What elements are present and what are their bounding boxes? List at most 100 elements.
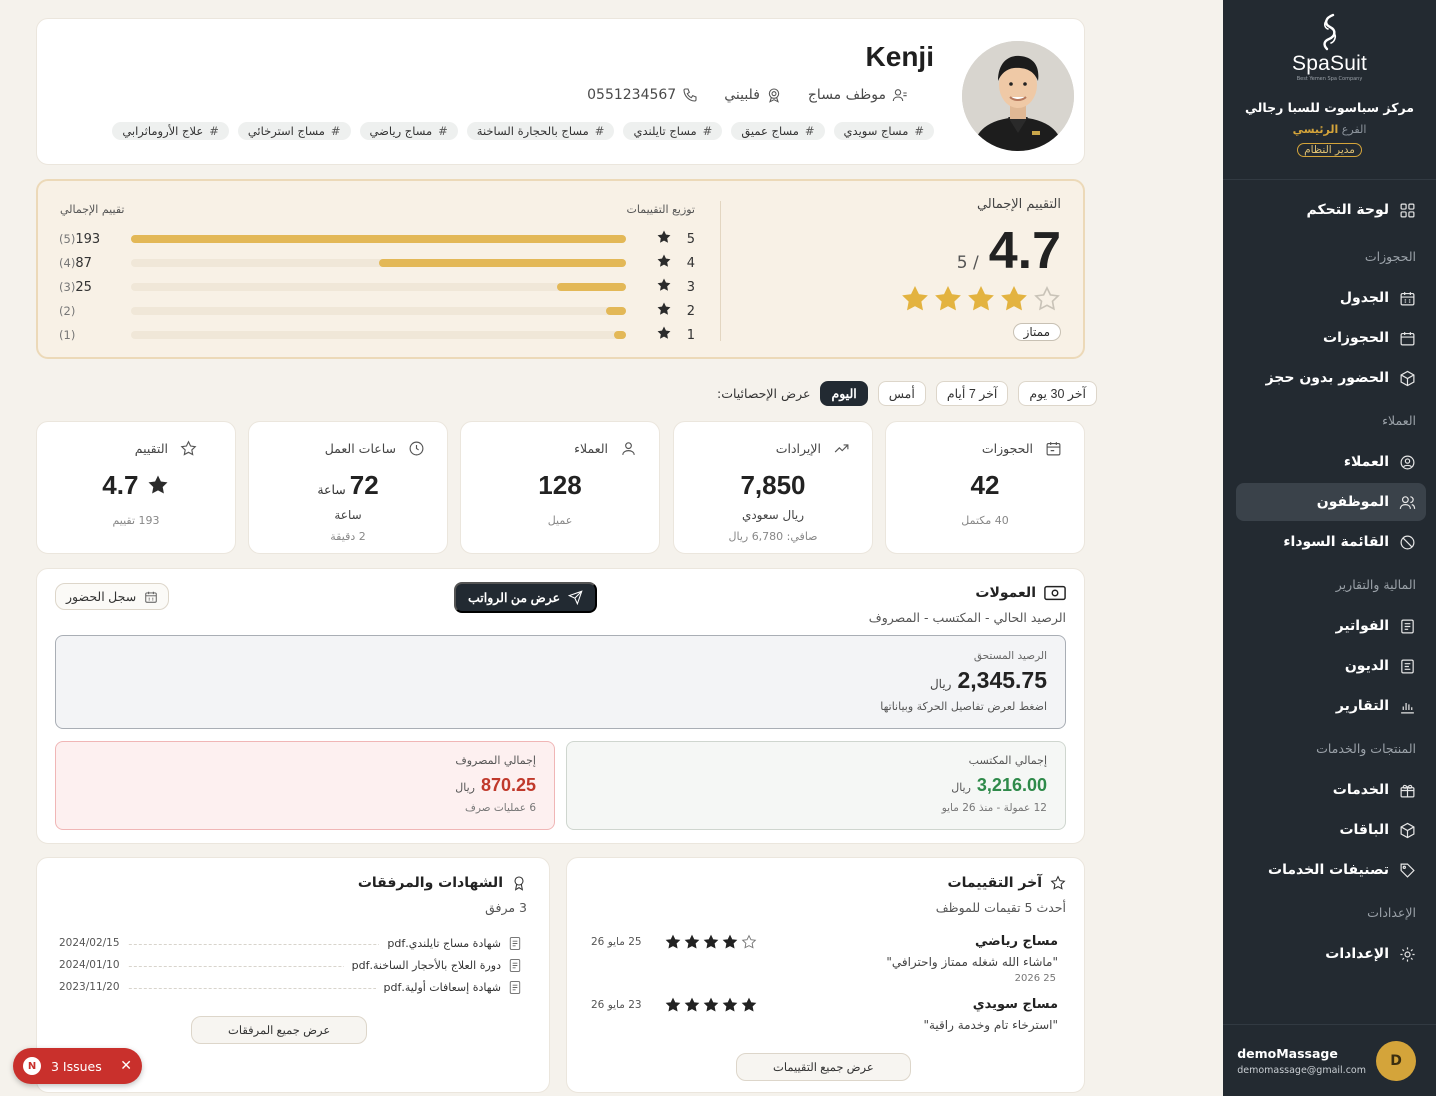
sidebar-item-label: الإعدادات [1325,946,1389,962]
employee-photo [962,41,1074,151]
distribution-star-number: 5 [686,231,695,247]
distribution-count: 25(3) [59,279,92,295]
certificates-title-text: الشهادات والمرفقات [357,875,503,891]
sidebar-item-categories[interactable]: تصنيفات الخدمات [1236,851,1426,889]
attachment-row[interactable]: شهادة مساج تايلندي.pdf 2024/02/15 [59,937,521,951]
balance-due-panel[interactable]: الرصيد المستحق 2,345.75 ريال اضغط لعرض تف… [55,635,1066,729]
certificates-title: الشهادات والمرفقات [358,875,527,891]
skill-tag: #مساج عميق [731,122,825,140]
send-icon [568,590,583,605]
distribution-star-number: 4 [686,255,695,271]
attachment-row[interactable]: شهادة إسعافات أولية.pdf 2023/11/20 [59,981,521,995]
stat-value-group: 72ساعة [249,470,447,501]
sidebar-section-settings: الإعدادات [1367,904,1416,920]
distribution-star-number: 3 [686,279,695,295]
stat-card-revenue: الإيرادات 7,850 ريال سعودي صافي: 6,780 ر… [673,421,873,554]
sidebar-item-services[interactable]: الخدمات [1236,771,1426,809]
user-card-icon [892,89,907,102]
branch-info: الفرع الرئيسي [1293,123,1367,136]
commissions-title-text: العمولات [975,585,1036,601]
review-service: مساج رياضي [974,934,1058,949]
stat-sub-secondary: صافي: 6,780 ريال [728,530,818,543]
sidebar-item-invoices[interactable]: الفواتير [1236,607,1426,645]
period-filter: عرض الإحصائيات: اليوم أمس آخر 7 أيام آخر… [717,381,1097,406]
star-filled-icon [684,934,700,949]
star-outline-icon [180,440,197,456]
star-filled-icon [148,475,168,494]
user-profile[interactable]: D demoMassage demomassage@gmail.com [1223,1024,1436,1096]
payroll-button[interactable]: عرض من الرواتب [454,582,598,613]
stat-sub: 40 مكتمل [961,514,1009,527]
stat-sub-secondary: 2 دقيقة [330,530,366,543]
star-filled-icon [684,997,700,1012]
review-date: 23 مايو 26 [591,999,642,1011]
sidebar-item-bookings[interactable]: الحجوزات [1236,319,1426,357]
view-all-attachments-button[interactable]: عرض جميع المرفقات [191,1016,368,1044]
balance-hint: اضغط لعرض تفاصيل الحركة وبياناتها [880,700,1047,713]
distribution-row: 4 87(4) [55,254,695,272]
employee-nationality-text: فلبيني [724,87,760,103]
star-filled-icon [657,254,671,267]
distribution-bar-fill [131,235,626,243]
distribution-row: 2 (2) [55,302,695,320]
sidebar-item-schedule[interactable]: الجدول [1236,279,1426,317]
stat-value: 72 [349,470,379,500]
sidebar-item-label: الديون [1344,658,1389,674]
distribution-bar-track [131,331,626,339]
commissions-card: العمولات الرصيد الحالي - المكتسب - المصر… [36,568,1085,844]
sidebar-item-customers[interactable]: العملاء [1236,443,1426,481]
sidebar-item-blacklist[interactable]: القائمة السوداء [1236,523,1426,561]
sidebar-item-staff[interactable]: الموظفون [1236,483,1426,521]
issues-toast[interactable]: N 3 Issues ✕ [13,1048,142,1084]
sidebar-item-reports[interactable]: التقارير [1236,687,1426,725]
sidebar-item-walkin[interactable]: الحضور بدون حجز [1236,359,1426,397]
sidebar-item-label: العملاء [1343,454,1389,470]
spent-amount: 870.25 ريال [455,775,536,796]
attachment-row[interactable]: دورة العلاج بالأحجار الساخنة.pdf 2024/01… [59,959,521,973]
sidebar-item-label: التقارير [1335,698,1389,714]
stat-sub: ريال سعودي [741,508,805,522]
employee-role-text: موظف مساج [807,87,886,103]
total-spent-panel: إجمالي المصروف 870.25 ريال 6 عمليات صرف [55,741,555,830]
period-yesterday-button[interactable]: أمس [877,381,926,406]
period-30days-button[interactable]: آخر 30 يوم [1018,381,1097,406]
distribution-count: (1) [59,327,76,342]
distribution-star-number: 1 [686,327,695,343]
skill-tag: #مساج رياضي [359,122,458,140]
user-name: demoMassage [1237,1045,1338,1061]
employee-phone[interactable]: 0551234567 [587,87,698,103]
attachment-name: شهادة إسعافات أولية.pdf [375,981,521,994]
skill-tag: #مساج استرخائي [237,122,351,140]
star-filled-icon [657,326,671,339]
sidebar-item-packages[interactable]: الباقات [1236,811,1426,849]
sidebar-item-debts[interactable]: الديون [1236,647,1426,685]
sidebar-item-label: الحجوزات [1323,330,1389,346]
attendance-log-button[interactable]: سجل الحضور [55,583,170,610]
distribution-bar-track [131,259,626,267]
stat-head: ساعات العمل [325,440,425,457]
close-icon[interactable]: ✕ [120,1058,132,1074]
distribution-bar-fill [606,307,626,315]
brand-tagline: Best Yemen Spa Company [1296,76,1363,82]
sidebar: SpaSuit Best Yemen Spa Company مركز سباس… [1223,0,1436,1096]
file-icon [509,937,521,950]
period-today-button[interactable]: اليوم [820,381,868,406]
period-7days-button[interactable]: آخر 7 أيام [935,381,1009,406]
review-item: مساج سويدي 23 مايو 26 "استرخاء تام وخدمة… [591,997,1066,1037]
sidebar-item-settings[interactable]: الإعدادات [1236,935,1426,973]
view-all-reviews-button[interactable]: عرض جميع التقييمات [736,1053,911,1081]
distribution-bar-fill [378,259,626,267]
grid-icon [1400,203,1415,217]
sidebar-item-dashboard[interactable]: لوحة التحكم [1236,191,1426,229]
stat-title: الحجوزات [981,441,1033,456]
sidebar-item-label: الخدمات [1332,782,1389,798]
employee-role: موظف مساج [808,87,908,103]
certificates-subtitle: 3 مرفق [485,900,527,915]
distribution-title: توزيع التقييمات [626,203,695,216]
stat-title: ساعات العمل [324,441,396,456]
stat-card-rating: التقييم 4.7 193 تقييم [36,421,236,554]
stat-card-bookings: الحجوزات 42 40 مكتمل [885,421,1085,554]
commissions-title: العمولات [975,585,1066,601]
ban-icon [1400,535,1415,549]
avatar: D [1376,1040,1416,1081]
